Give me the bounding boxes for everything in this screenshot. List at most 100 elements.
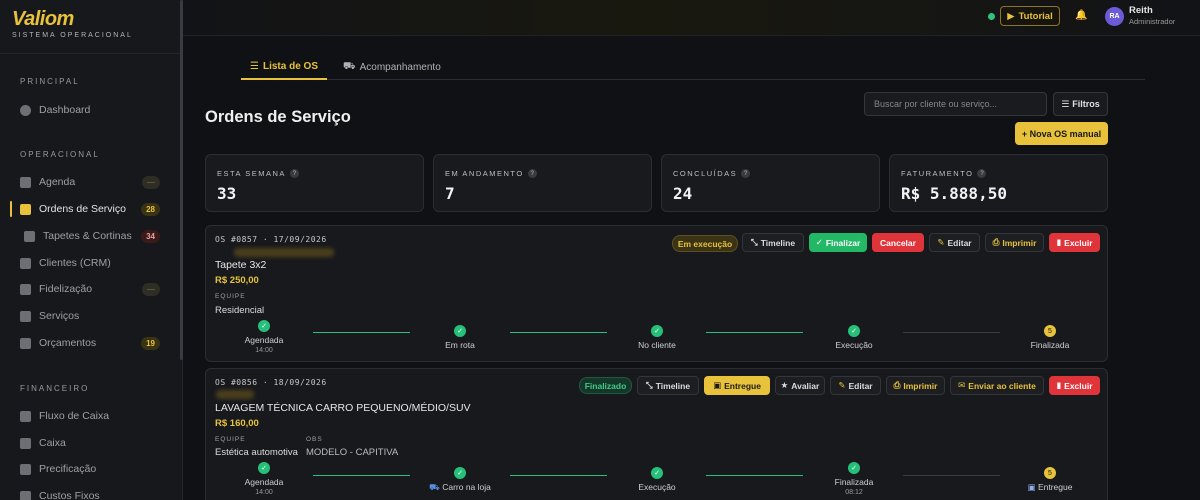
print-button[interactable]: ⎙ Imprimir (985, 233, 1044, 252)
help-icon[interactable]: ? (741, 169, 751, 178)
sidebar-item-caixa[interactable]: Caixa (10, 430, 170, 456)
sidebar-item-fluxo-de-caixa[interactable]: Fluxo de Caixa (10, 403, 170, 429)
progress-line (706, 475, 803, 476)
help-icon[interactable]: ? (289, 169, 299, 178)
order-card[interactable]: OS #0857 · 17/09/2026 Tapete 3x2 R$ 250,… (205, 225, 1108, 362)
sidebar-item-orcamentos[interactable]: Orçamentos 19 (10, 330, 170, 356)
help-icon[interactable]: ? (977, 169, 987, 178)
sidebar-item-label: Caixa (39, 437, 66, 449)
brand-logo: Valiom (12, 8, 74, 30)
sidebar-item-clientes[interactable]: Clientes (CRM) (10, 250, 170, 276)
check-icon: ✓ (454, 325, 466, 337)
sidebar-item-tapetes-cortinas[interactable]: Tapetes & Cortinas 34 (10, 223, 170, 249)
pending-icon: 5 (1044, 467, 1056, 479)
cancel-button[interactable]: Cancelar (872, 233, 924, 252)
brand[interactable]: Valiom SISTEMA OPERACIONAL (0, 0, 182, 54)
progress-line (510, 475, 607, 476)
delete-button[interactable]: ▮ Excluir (1049, 233, 1100, 252)
tutorial-label: Tutorial (1018, 10, 1053, 22)
play-icon: ▶ (1007, 10, 1015, 22)
step-time: 08:12 (845, 489, 863, 496)
team-label: EQUIPE (215, 436, 246, 443)
btn-label: Editar (947, 237, 972, 248)
step-carro-na-loja: ✓ ⛟ Carro na loja (410, 467, 510, 494)
sidebar-item-ordens-de-servico[interactable]: Ordens de Serviço 28 (10, 196, 170, 222)
sidebar-item-agenda[interactable]: Agenda — (10, 169, 170, 195)
printer-icon: ⎙ (992, 237, 1000, 247)
document-icon (20, 337, 31, 349)
edit-button[interactable]: ✎ Editar (830, 376, 881, 395)
step-label: Execução (835, 340, 873, 350)
star-icon: ★ (780, 380, 789, 390)
send-to-client-button[interactable]: ✉ Enviar ao cliente (950, 376, 1044, 395)
sidebar-item-custos-fixos[interactable]: Custos Fixos (10, 483, 170, 500)
btn-label: Avaliar (791, 380, 820, 391)
tab-lista-de-os[interactable]: ☰ Lista de OS (241, 54, 327, 80)
step-finalizada: 5 Finalizada (1000, 325, 1100, 350)
stat-card-esta-semana: ESTA SEMANA? 33 (205, 154, 424, 212)
stat-value: 7 (445, 184, 455, 203)
topbar: ▶ Tutorial 🔔 RA Reith Administrador (183, 0, 1200, 36)
progress-line (313, 475, 410, 476)
delete-button[interactable]: ▮ Excluir (1049, 376, 1100, 395)
search-input[interactable] (864, 92, 1047, 116)
timeline-icon: ⤡ (750, 237, 758, 247)
timeline-button[interactable]: ⤡ Timeline (742, 233, 804, 252)
sidebar-item-label: Tapetes & Cortinas (43, 230, 132, 242)
delivered-button[interactable]: ▣ Entregue (704, 376, 770, 395)
sidebar-item-label: Agenda (39, 176, 76, 188)
avatar[interactable]: RA (1105, 7, 1124, 26)
sidebar-item-fidelizacao[interactable]: Fidelização — (10, 276, 170, 302)
tutorial-button[interactable]: ▶ Tutorial (1000, 6, 1060, 26)
ordens-badge: 28 (141, 202, 160, 216)
progress-line (313, 332, 410, 333)
btn-label: Enviar ao cliente (968, 380, 1036, 391)
sidebar-item-label: Ordens de Serviço (39, 203, 126, 215)
btn-label: Imprimir (903, 380, 938, 391)
help-icon[interactable]: ? (527, 169, 537, 178)
step-finalizada: ✓ Finalizada 08:12 (804, 462, 904, 496)
sidebar-scrollbar[interactable] (180, 0, 183, 360)
bell-icon[interactable]: 🔔 (1075, 10, 1087, 21)
printer-icon: ⎙ (893, 380, 901, 390)
btn-label: Imprimir (1002, 237, 1037, 248)
stat-card-faturamento: FATURAMENTO? R$ 5.888,50 (889, 154, 1108, 212)
step-label-text: Entregue (1037, 482, 1073, 492)
edit-button[interactable]: ✎ Editar (929, 233, 980, 252)
stat-card-concluidas: CONCLUÍDAS? 24 (661, 154, 880, 212)
package-icon: ▣ (1027, 482, 1036, 492)
check-icon: ✓ (258, 462, 270, 474)
client-name-redacted (234, 248, 334, 257)
btn-label: Excluir (1064, 237, 1093, 248)
finalize-button[interactable]: ✓ Finalizar (809, 233, 867, 252)
sidebar-item-dashboard[interactable]: Dashboard (10, 97, 170, 123)
step-label: Agendada (244, 477, 284, 487)
progress-line (510, 332, 607, 333)
sidebar-item-label: Orçamentos (39, 337, 97, 349)
btn-label: Entregue (724, 380, 761, 391)
step-time: 14:00 (255, 347, 273, 354)
team-value: Residencial (215, 305, 265, 316)
print-button[interactable]: ⎙ Imprimir (886, 376, 945, 395)
sidebar-item-precificacao[interactable]: Precificação (10, 456, 170, 482)
step-no-cliente: ✓ No cliente (607, 325, 707, 350)
online-status-icon (988, 13, 995, 20)
trash-icon: ▮ (1056, 380, 1062, 390)
tab-acompanhamento[interactable]: ⛟ Acompanhamento (343, 54, 441, 80)
sliders-icon: ☰ (1061, 98, 1070, 109)
check-icon: ✓ (258, 320, 270, 332)
step-label: Finalizada (1030, 340, 1070, 350)
step-label: ⛟ Carro na loja (410, 482, 510, 494)
filters-button[interactable]: ☰ Filtros (1053, 92, 1108, 116)
check-icon: ✓ (454, 467, 466, 479)
timeline-icon: ⤡ (645, 380, 653, 390)
team-value: Estética automotiva (215, 447, 298, 458)
new-os-button[interactable]: + Nova OS manual (1015, 122, 1108, 145)
sidebar-item-servicos[interactable]: Serviços (10, 303, 170, 329)
order-card[interactable]: OS #0856 · 18/09/2026 LAVAGEM TÉCNICA CA… (205, 368, 1108, 500)
tab-label: Lista de OS (262, 60, 318, 72)
sidebar-item-label: Dashboard (39, 104, 91, 116)
timeline-button[interactable]: ⤡ Timeline (637, 376, 699, 395)
rate-button[interactable]: ★ Avaliar (775, 376, 825, 395)
btn-label: Timeline (655, 380, 691, 391)
